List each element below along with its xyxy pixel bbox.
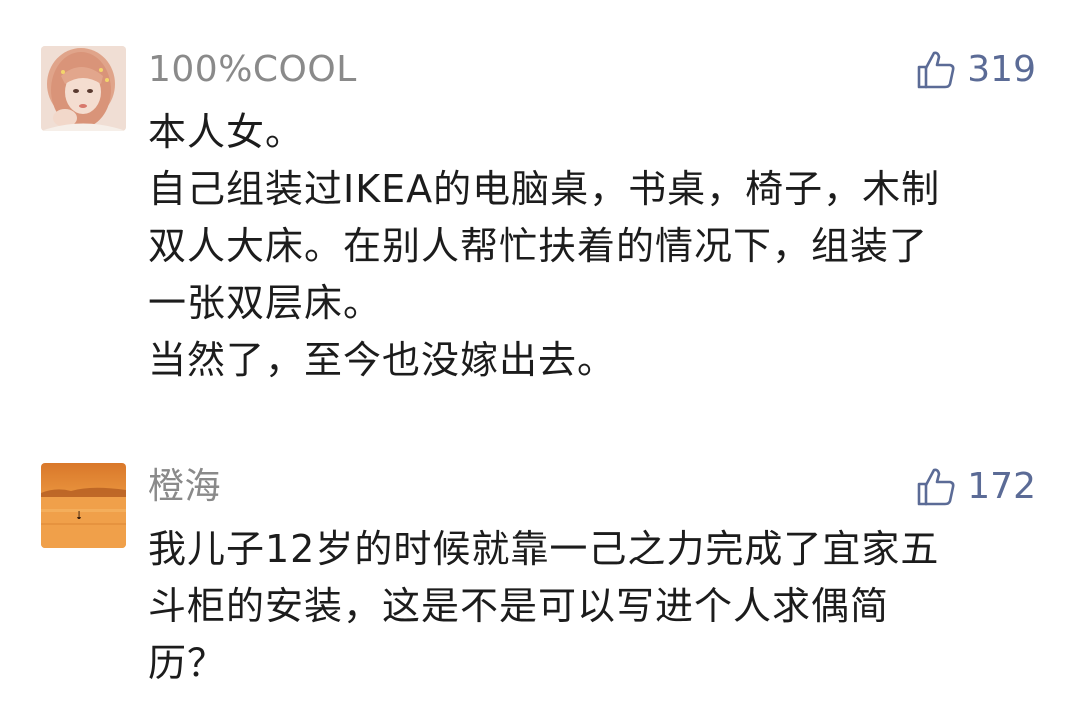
girl-portrait-avatar-icon	[41, 46, 126, 131]
comment-line: 本人女。	[148, 110, 305, 154]
comment-line: 斗柜的安装，这是不是可以写进个人求偶简	[148, 584, 890, 628]
comment-line: 双人大床。在别人帮忙扶着的情况下，组装了	[148, 224, 929, 268]
username[interactable]: 100%COOL	[148, 48, 357, 92]
like-button[interactable]: 319	[915, 46, 1036, 94]
like-button[interactable]: 172	[915, 463, 1036, 511]
thumbs-up-icon	[917, 51, 955, 89]
sunset-sea-avatar-icon	[41, 463, 126, 548]
like-count: 172	[967, 466, 1036, 507]
comment-line: 历？	[148, 641, 227, 685]
comment-text: 我儿子12岁的时候就靠一己之力完成了宜家五 斗柜的安装，这是不是可以写进个人求偶…	[148, 521, 1048, 692]
comment-line: 自己组装过IKEA的电脑桌，书桌，椅子，木制	[148, 167, 941, 211]
comment-line: 一张双层床。	[148, 281, 383, 325]
user-avatar[interactable]	[41, 46, 126, 131]
user-avatar[interactable]	[41, 463, 126, 548]
comment-line: 当然了，至今也没嫁出去。	[148, 338, 617, 382]
comment-line: 我儿子12岁的时候就靠一己之力完成了宜家五	[148, 527, 940, 571]
username[interactable]: 橙海	[148, 465, 221, 509]
comment-text: 本人女。 自己组装过IKEA的电脑桌，书桌，椅子，木制 双人大床。在别人帮忙扶着…	[148, 104, 1048, 389]
thumbs-up-icon	[917, 468, 955, 506]
like-count: 319	[967, 49, 1036, 90]
